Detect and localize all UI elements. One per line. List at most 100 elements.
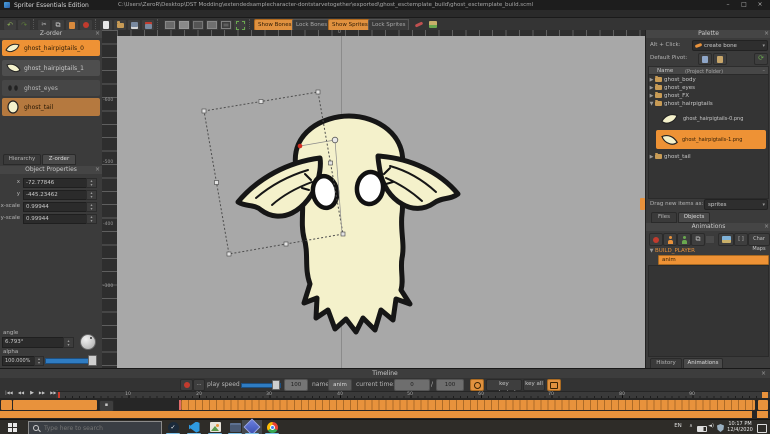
close-icon[interactable]: × [95,166,100,174]
ghost-character-sprite[interactable] [230,108,465,343]
taskbar-search-box[interactable] [28,421,162,434]
spinner-down-icon[interactable]: ▾ [90,219,92,223]
close-button[interactable]: × [752,0,768,9]
more-options-button[interactable]: ... [193,379,205,391]
taskbar-app-vscode[interactable] [185,421,203,433]
alpha-slider-track[interactable] [45,358,91,364]
y-scale-spinner[interactable]: ▴▾ [86,214,97,224]
taskbar-app-image-editor[interactable] [206,421,224,433]
folder-ghost-hairpigtails[interactable]: ▼ ghost_hairpigtails [648,100,767,107]
refresh-icon[interactable]: ⟳ [754,53,768,65]
alt-click-dropdown[interactable]: create bone ▾ [692,40,768,51]
pivot-option-2-button[interactable] [713,53,727,65]
angle-spinner[interactable]: ▴▾ [63,337,74,348]
expander-icon[interactable]: ▶ [648,77,655,83]
add-entity-button[interactable] [663,233,677,246]
drag-items-dropdown[interactable]: sprites ▾ [704,199,768,210]
key-all-frames-button[interactable] [547,379,561,391]
key-all-button[interactable]: key all [523,379,545,391]
folder-ghost-eyes[interactable]: ▶ ghost_eyes [648,84,767,91]
add-animation-button[interactable] [677,233,691,246]
pivot-option-1-button[interactable] [698,53,712,65]
alpha-spinner[interactable]: ▴▾ [34,356,44,366]
search-input[interactable] [42,424,146,433]
expander-icon[interactable]: ▶ [648,154,655,160]
expander-icon[interactable]: ▶ [648,85,655,91]
taskbar-app-spriter[interactable] [243,421,261,433]
x-scale-field[interactable]: 0.99944 [23,202,87,212]
z-order-item-ghost-hairpigtails-1[interactable]: ghost_hairpigtails_1 [2,60,100,76]
image-tool-icon[interactable] [427,19,439,29]
y-value-field[interactable]: -445.23462 [23,190,87,200]
volume-icon[interactable]: ◄) [706,420,716,433]
expand-view-icon[interactable]: [ ] [734,233,748,246]
track-end-block[interactable] [758,400,768,410]
security-shield-icon[interactable] [717,424,724,432]
folder-ghost-tail[interactable]: ▶ ghost_tail [648,153,767,160]
expander-icon[interactable]: ▶ [648,93,655,99]
track-name-bar[interactable] [13,400,97,410]
duplicate-animation-icon[interactable]: ⧉ [691,233,705,246]
close-icon[interactable]: × [764,223,769,231]
entity-build-player[interactable]: ▼ BUILD_PLAYER [648,247,767,254]
alpha-field[interactable]: 100.000% [2,356,36,366]
x-scale-spinner[interactable]: ▴▾ [86,202,97,212]
expander-icon[interactable]: ▼ [648,101,655,107]
tab-objects[interactable]: Objects [678,212,710,223]
language-indicator[interactable]: EN [672,420,684,433]
image-mode-button[interactable] [718,233,734,246]
expander-icon[interactable]: ▼ [648,248,655,254]
x-spinner[interactable]: ▴▾ [86,178,97,188]
keyframe-track-bar[interactable] [181,400,755,410]
x-value-field[interactable]: -72.77846 [23,178,87,188]
bone-tool-icon[interactable] [413,19,425,29]
tab-files[interactable]: Files [651,212,677,223]
previous-frame-button[interactable]: ◀◀ [16,389,26,397]
taskbar-app-steam[interactable]: ✓ [164,421,182,433]
alpha-slider-handle[interactable] [88,355,97,366]
taskbar-app-chrome[interactable] [263,421,281,433]
timeline-scrollbar-thumb[interactable] [757,411,768,418]
record-animation-button[interactable] [649,233,663,246]
tray-expand-icon[interactable]: ∧ [687,420,695,433]
minimize-button[interactable]: – [720,0,736,9]
current-time-field[interactable]: 0 [394,379,430,391]
clock[interactable]: 10:17 PM 12/4/2020 [727,422,753,433]
z-order-item-ghost-hairpigtails-0[interactable]: ghost_hairpigtails_0 [2,40,100,56]
angle-dial[interactable] [80,334,96,350]
char-maps-button[interactable]: Char Maps [748,233,770,246]
key-selected-button[interactable]: key selected [486,379,522,391]
tab-z-order[interactable]: Z-order [42,154,76,165]
spinner-down-icon[interactable]: ▾ [90,207,92,211]
y-spinner[interactable]: ▴▾ [86,190,97,200]
spinner-down-icon[interactable]: ▾ [90,183,92,187]
y-scale-field[interactable]: 0.99944 [23,214,87,224]
maximize-button[interactable]: □ [736,0,752,9]
animation-item-anim[interactable]: anim [658,255,769,265]
close-icon[interactable]: × [761,369,766,378]
play-speed-slider-handle[interactable] [272,380,280,390]
close-icon[interactable]: × [95,30,100,38]
spinner-down-icon[interactable]: ▾ [67,343,69,347]
spinner-down-icon[interactable]: ▾ [38,361,40,365]
file-ghost-hairpigtails-1[interactable]: ghost_hairpigtails-1.png [656,130,766,149]
timeline-scrollbar[interactable] [0,411,752,418]
close-icon[interactable]: × [764,30,769,38]
record-keyframe-button[interactable] [180,379,193,391]
z-order-item-ghost-eyes[interactable]: ghost_eyes [2,80,100,96]
track-zoom-button[interactable] [1,400,12,410]
folder-ghost-fx[interactable]: ▶ ghost_FX [648,92,767,99]
play-speed-value-field[interactable]: 100 [284,379,308,391]
canvas-viewport[interactable]: 0 [117,30,645,368]
action-center-icon[interactable] [757,424,767,433]
animation-name-field[interactable]: anim [328,379,352,391]
start-button[interactable] [8,423,17,432]
tab-hierarchy[interactable]: Hierarchy [3,154,41,165]
z-order-item-ghost-tail[interactable]: ghost_tail [2,98,100,116]
file-ghost-hairpigtails-0[interactable]: ghost_hairpigtails-0.png [660,110,767,128]
next-frame-button[interactable]: ▶▶ [37,389,47,397]
go-to-start-button[interactable]: |◀◀ [3,389,15,397]
folder-ghost-body[interactable]: ▶ ghost_body [648,76,767,83]
angle-field[interactable]: 6.793° [2,337,64,348]
animation-length-field[interactable]: 100 [436,379,464,391]
